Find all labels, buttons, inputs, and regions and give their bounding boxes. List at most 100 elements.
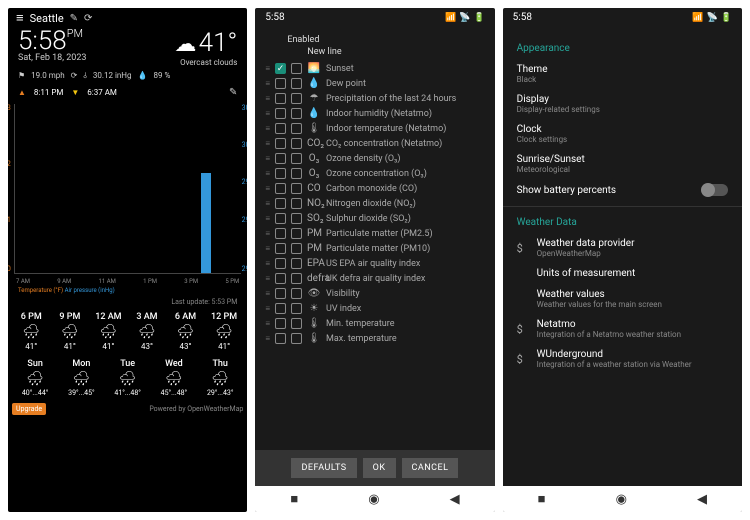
newline-checkbox[interactable] <box>291 138 302 149</box>
theme-setting[interactable]: ThemeBlack <box>517 64 728 84</box>
provider-setting[interactable]: $Weather data providerOpenWeatherMap <box>517 238 728 258</box>
drag-handle-icon[interactable]: ≡ <box>265 199 270 208</box>
enabled-checkbox[interactable] <box>275 303 286 314</box>
enabled-checkbox[interactable] <box>275 318 286 329</box>
newline-checkbox[interactable] <box>291 213 302 224</box>
drag-handle-icon[interactable]: ≡ <box>265 259 270 268</box>
newline-checkbox[interactable] <box>291 153 302 164</box>
hourly-col[interactable]: 9 PM🌧41° <box>51 312 90 351</box>
newline-checkbox[interactable] <box>291 303 302 314</box>
nav-home-icon[interactable]: ◉ <box>368 492 379 507</box>
enabled-checkbox[interactable] <box>275 213 286 224</box>
daily-forecast[interactable]: Sun🌧40°...44°Mon🌧39°...45°Tue🌧41°...48°W… <box>8 355 247 401</box>
value-icon: 💧 <box>307 108 321 119</box>
enabled-checkbox[interactable] <box>275 123 286 134</box>
units-setting[interactable]: Units of measurement <box>517 268 728 279</box>
daily-col[interactable]: Mon🌧39°...45° <box>58 359 104 397</box>
drag-handle-icon[interactable]: ≡ <box>265 124 270 133</box>
enabled-checkbox[interactable] <box>275 138 286 149</box>
hourly-col[interactable]: 6 PM🌧41° <box>12 312 51 351</box>
nav-back-icon[interactable]: ◀ <box>697 492 707 507</box>
hourly-col[interactable]: 6 AM🌧43° <box>166 312 205 351</box>
battery-toggle[interactable] <box>702 184 728 196</box>
newline-checkbox[interactable] <box>291 183 302 194</box>
ok-button[interactable]: OK <box>363 458 396 478</box>
enabled-checkbox[interactable]: ✓ <box>275 63 286 74</box>
drag-handle-icon[interactable]: ≡ <box>265 304 270 313</box>
daily-col[interactable]: Thu🌧29°...43° <box>197 359 243 397</box>
drag-handle-icon[interactable]: ≡ <box>265 169 270 178</box>
daily-col[interactable]: Sun🌧40°...44° <box>12 359 58 397</box>
newline-checkbox[interactable] <box>291 243 302 254</box>
enabled-checkbox[interactable] <box>275 333 286 344</box>
newline-checkbox[interactable] <box>291 78 302 89</box>
newline-checkbox[interactable] <box>291 333 302 344</box>
daily-col[interactable]: Tue🌧41°...48° <box>105 359 151 397</box>
menu-icon[interactable]: ≡ <box>16 10 24 26</box>
upgrade-button[interactable]: Upgrade <box>12 403 46 415</box>
newline-checkbox[interactable] <box>291 123 302 134</box>
enabled-checkbox[interactable] <box>275 93 286 104</box>
defaults-button[interactable]: DEFAULTS <box>291 458 356 478</box>
enabled-checkbox[interactable] <box>275 273 286 284</box>
hourly-col[interactable]: 3 AM🌧43° <box>128 312 167 351</box>
nav-back-icon[interactable]: ◀ <box>450 492 460 507</box>
drag-handle-icon[interactable]: ≡ <box>265 64 270 73</box>
newline-checkbox[interactable] <box>291 228 302 239</box>
enabled-checkbox[interactable] <box>275 78 286 89</box>
drag-handle-icon[interactable]: ≡ <box>265 184 270 193</box>
enabled-checkbox[interactable] <box>275 183 286 194</box>
battery-setting[interactable]: Show battery percents <box>517 184 728 196</box>
drag-handle-icon[interactable]: ≡ <box>265 244 270 253</box>
values-setting[interactable]: Weather valuesWeather values for the mai… <box>517 289 728 309</box>
newline-checkbox[interactable] <box>291 288 302 299</box>
nav-recent-icon[interactable]: ■ <box>290 491 298 507</box>
newline-checkbox[interactable] <box>291 318 302 329</box>
edit-metrics-icon[interactable]: ✎ <box>229 87 237 98</box>
newline-checkbox[interactable] <box>291 258 302 269</box>
dialog-buttons: DEFAULTS OK CANCEL <box>255 450 494 486</box>
drag-handle-icon[interactable]: ≡ <box>265 139 270 148</box>
edit-location-icon[interactable]: ✎ <box>70 13 78 24</box>
setting-sub: Weather values for the main screen <box>537 300 728 309</box>
nav-recent-icon[interactable]: ■ <box>538 491 546 507</box>
enabled-checkbox[interactable] <box>275 198 286 209</box>
enabled-checkbox[interactable] <box>275 108 286 119</box>
drag-handle-icon[interactable]: ≡ <box>265 214 270 223</box>
newline-checkbox[interactable] <box>291 168 302 179</box>
newline-checkbox[interactable] <box>291 198 302 209</box>
drag-handle-icon[interactable]: ≡ <box>265 79 270 88</box>
nav-home-icon[interactable]: ◉ <box>616 492 627 507</box>
drag-handle-icon[interactable]: ≡ <box>265 94 270 103</box>
drag-handle-icon[interactable]: ≡ <box>265 289 270 298</box>
netatmo-setting[interactable]: $NetatmoIntegration of a Netatmo weather… <box>517 319 728 339</box>
drag-handle-icon[interactable]: ≡ <box>265 319 270 328</box>
newline-checkbox[interactable] <box>291 273 302 284</box>
location-name[interactable]: Seattle <box>30 12 64 25</box>
clock-setting[interactable]: ClockClock settings <box>517 124 728 144</box>
newline-checkbox[interactable] <box>291 108 302 119</box>
refresh-icon[interactable]: ⟳ <box>84 13 92 24</box>
drag-handle-icon[interactable]: ≡ <box>265 154 270 163</box>
enabled-checkbox[interactable] <box>275 228 286 239</box>
hourly-col[interactable]: 12 PM🌧41° <box>205 312 244 351</box>
enabled-checkbox[interactable] <box>275 288 286 299</box>
hourly-col[interactable]: 12 AM🌧41° <box>89 312 128 351</box>
daily-col[interactable]: Wed🌧45°...48° <box>151 359 197 397</box>
newline-checkbox[interactable] <box>291 63 302 74</box>
sunrise-setting[interactable]: Sunrise/SunsetMeteorological <box>517 154 728 174</box>
hourly-forecast[interactable]: 6 PM🌧41°9 PM🌧41°12 AM🌧41°3 AM🌧43°6 AM🌧43… <box>8 308 247 355</box>
weather-chart[interactable]: 43 42 41 40 30.2 30.0 29.8 29.6 29.4 <box>14 104 241 274</box>
enabled-checkbox[interactable] <box>275 153 286 164</box>
cancel-button[interactable]: CANCEL <box>402 458 459 478</box>
enabled-checkbox[interactable] <box>275 168 286 179</box>
wunderground-setting[interactable]: $WUndergroundIntegration of a weather st… <box>517 349 728 369</box>
drag-handle-icon[interactable]: ≡ <box>265 274 270 283</box>
enabled-checkbox[interactable] <box>275 258 286 269</box>
enabled-checkbox[interactable] <box>275 243 286 254</box>
display-setting[interactable]: DisplayDisplay-related settings <box>517 94 728 114</box>
newline-checkbox[interactable] <box>291 93 302 104</box>
drag-handle-icon[interactable]: ≡ <box>265 109 270 118</box>
drag-handle-icon[interactable]: ≡ <box>265 229 270 238</box>
drag-handle-icon[interactable]: ≡ <box>265 334 270 343</box>
